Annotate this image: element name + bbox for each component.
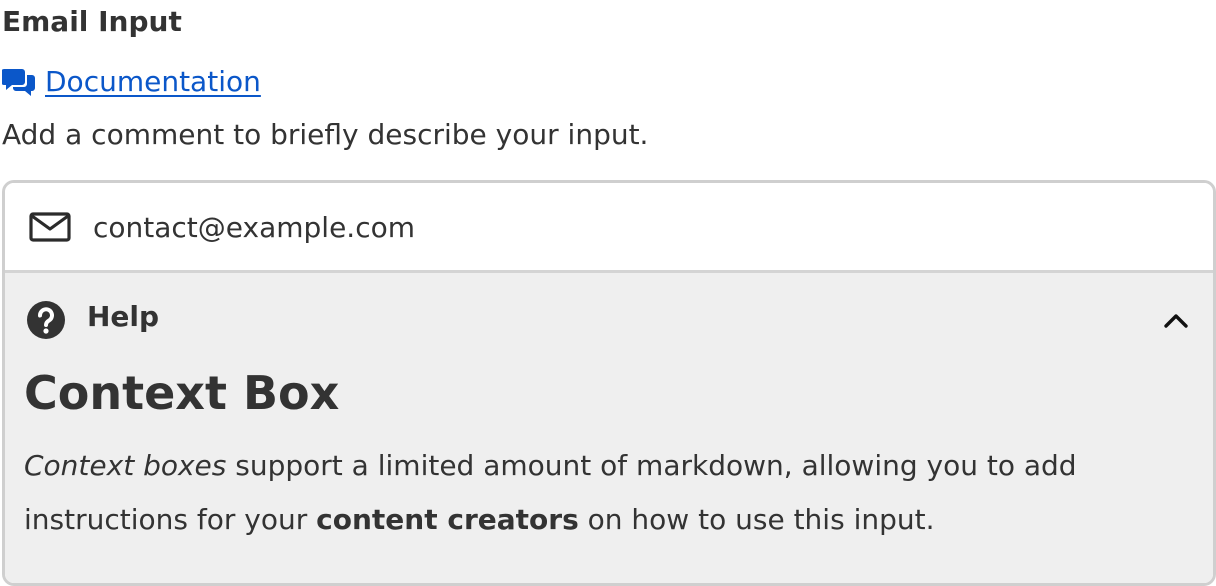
email-input-row bbox=[5, 183, 1213, 273]
mail-icon bbox=[29, 210, 71, 244]
email-field[interactable] bbox=[93, 205, 1093, 249]
documentation-row: Documentation bbox=[2, 62, 261, 102]
documentation-link[interactable]: Documentation bbox=[45, 64, 261, 100]
field-label: Email Input bbox=[2, 5, 182, 38]
context-box-body: Context boxes support a limited amount o… bbox=[24, 439, 1174, 547]
context-emphasis: Context boxes bbox=[24, 449, 227, 482]
email-field-container: Help Context Box Context boxes support a… bbox=[2, 180, 1216, 586]
question-circle-icon bbox=[26, 300, 66, 340]
context-strong: content creators bbox=[316, 503, 579, 536]
chat-bubbles-icon bbox=[2, 65, 36, 99]
field-description: Add a comment to briefly describe your i… bbox=[2, 118, 649, 151]
help-toggle[interactable]: Help bbox=[5, 273, 1213, 363]
help-title: Help bbox=[87, 300, 160, 333]
context-box-heading: Context Box bbox=[24, 366, 340, 420]
chevron-up-icon[interactable] bbox=[1161, 309, 1191, 331]
help-panel: Help Context Box Context boxes support a… bbox=[5, 273, 1213, 583]
context-text-part2: on how to use this input. bbox=[578, 503, 935, 536]
